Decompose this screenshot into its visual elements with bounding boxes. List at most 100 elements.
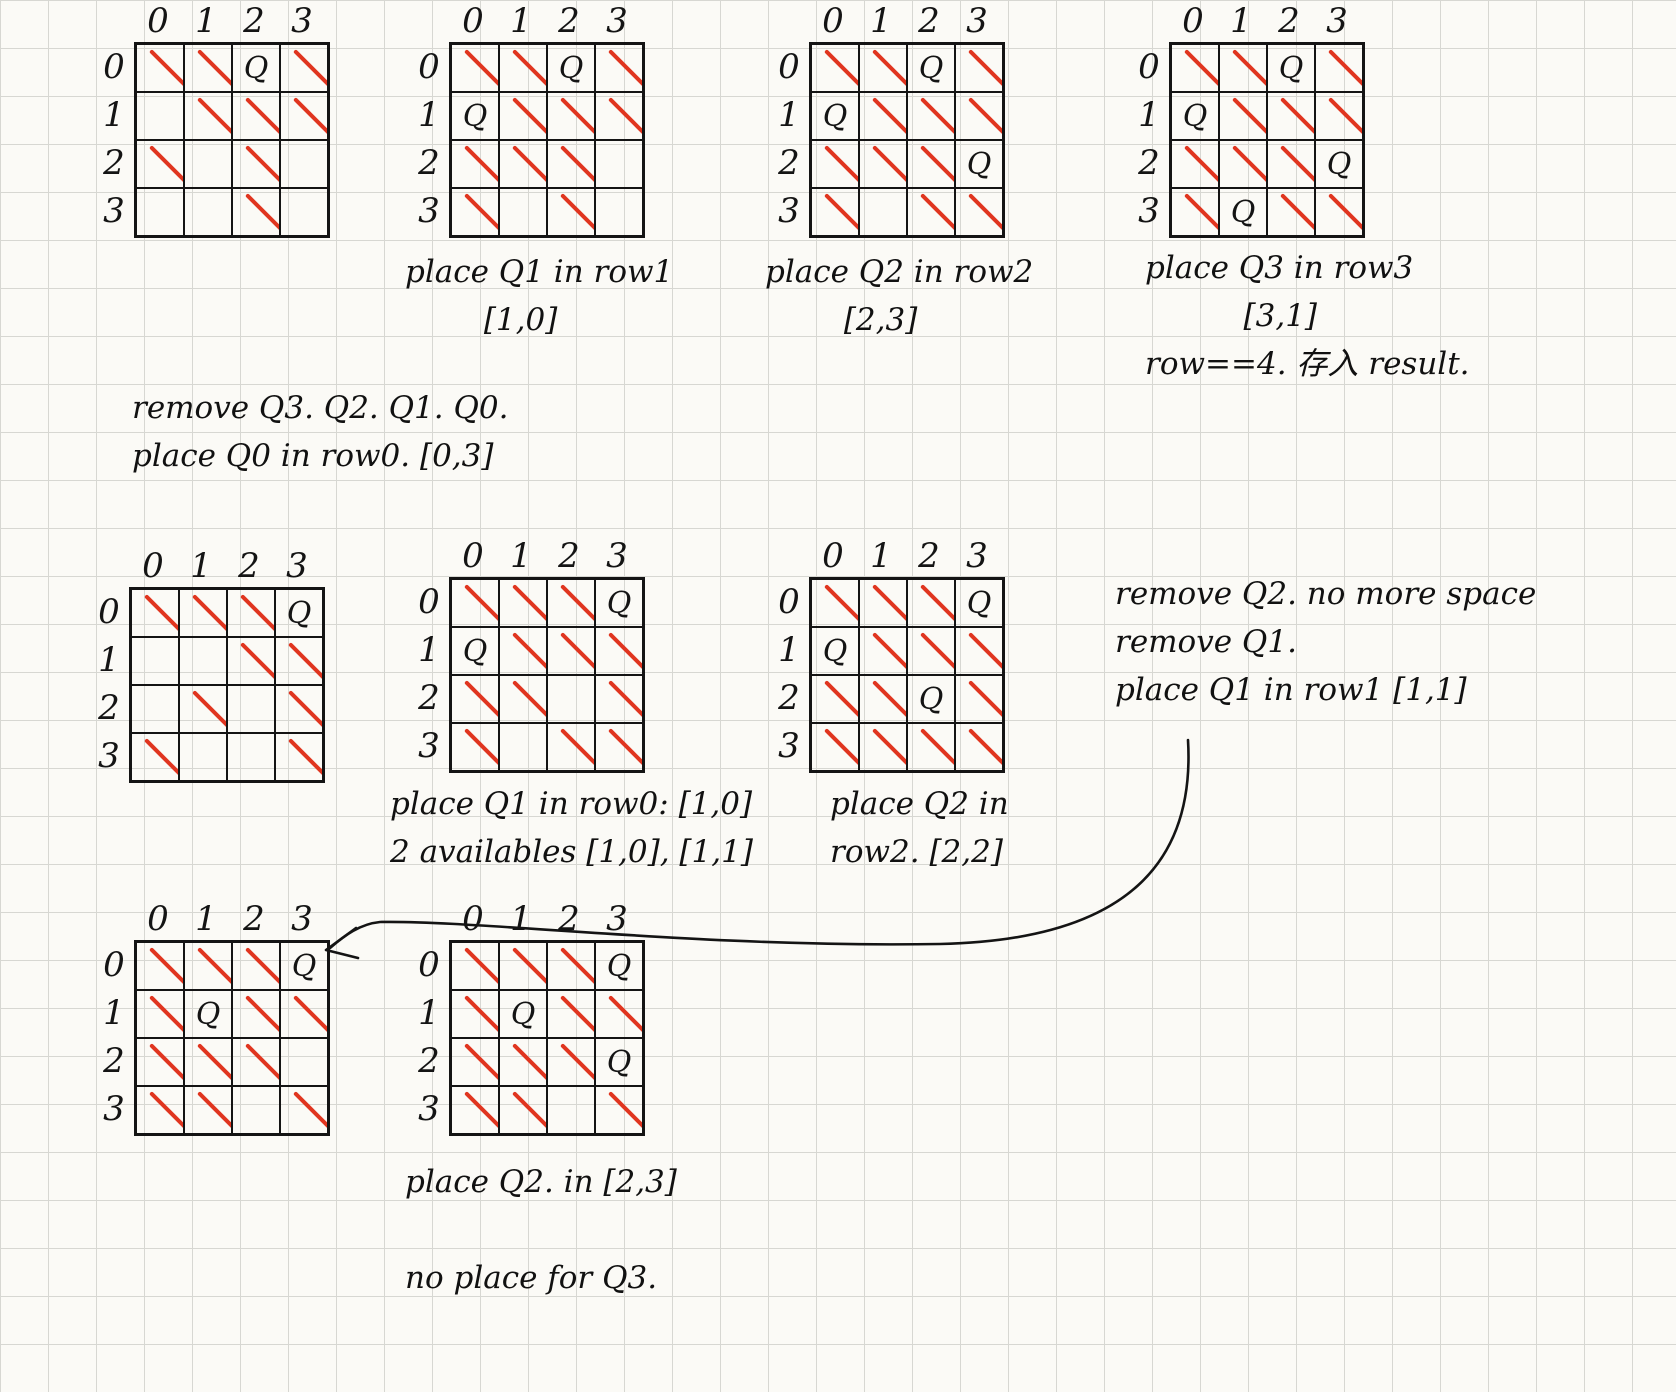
- board-cell: [1219, 44, 1267, 92]
- board-cell: [595, 92, 643, 140]
- column-label: 3: [1326, 1, 1348, 41]
- notebook-page: 01230123Q 01230123QQ 01230123QQQ 0123012…: [0, 0, 1676, 1392]
- board-cell: [1267, 92, 1315, 140]
- board-cell: [232, 1086, 280, 1134]
- column-label: 0: [462, 899, 484, 939]
- board-cell: [136, 990, 184, 1038]
- board-cell: [547, 990, 595, 1038]
- attacked-mark: [464, 947, 498, 987]
- queen-piece: Q: [462, 633, 488, 669]
- board-cell: [499, 44, 547, 92]
- column-label: 3: [291, 899, 313, 939]
- board-cell: [227, 589, 275, 637]
- board-cell: [859, 92, 907, 140]
- column-label: 0: [462, 536, 484, 576]
- attacked-mark: [872, 728, 906, 768]
- row-label: 0: [778, 582, 800, 622]
- chessboard-grid: QQ: [449, 42, 645, 238]
- column-label: 2: [918, 536, 940, 576]
- attacked-mark: [608, 680, 642, 720]
- board-cell: [280, 990, 328, 1038]
- attacked-mark: [824, 145, 858, 185]
- row-label: 3: [1138, 191, 1160, 231]
- attacked-mark: [824, 193, 858, 233]
- column-label: 1: [195, 1, 217, 41]
- board-cell: [1219, 140, 1267, 188]
- attacked-mark: [608, 1091, 642, 1131]
- queen-piece: Q: [918, 681, 944, 717]
- queen-piece: Q: [195, 996, 221, 1032]
- attacked-mark: [608, 632, 642, 672]
- attacked-mark: [1232, 145, 1266, 185]
- attacked-mark: [464, 584, 498, 624]
- attacked-mark: [968, 49, 1002, 89]
- board-cell: [955, 92, 1003, 140]
- row-label: 1: [778, 95, 800, 135]
- attacked-mark: [920, 193, 954, 233]
- attacked-mark: [512, 584, 546, 624]
- attacked-mark: [197, 49, 231, 89]
- board-cell: [595, 1086, 643, 1134]
- board-cell: Q: [595, 1038, 643, 1086]
- row-label: 0: [103, 47, 125, 87]
- attacked-mark: [968, 632, 1002, 672]
- attacked-mark: [968, 193, 1002, 233]
- attacked-mark: [968, 97, 1002, 137]
- attacked-mark: [197, 97, 231, 137]
- attacked-mark: [1280, 193, 1314, 233]
- board-cell: [451, 942, 499, 990]
- queen-piece: Q: [1326, 146, 1352, 182]
- board-cell: [547, 140, 595, 188]
- board-cell: [136, 140, 184, 188]
- board-cell: [811, 675, 859, 723]
- row-label: 2: [778, 678, 800, 718]
- row-label: 1: [418, 630, 440, 670]
- board-cell: [275, 637, 323, 685]
- attacked-mark: [1184, 145, 1218, 185]
- column-label: 0: [142, 546, 164, 586]
- board-cell: [595, 627, 643, 675]
- board-cell: [1315, 188, 1363, 236]
- attacked-mark: [512, 947, 546, 987]
- column-label: 3: [291, 1, 313, 41]
- board-cell: [184, 942, 232, 990]
- row-label: 0: [98, 592, 120, 632]
- board-cell: Q: [595, 942, 643, 990]
- attacked-mark: [245, 1043, 279, 1083]
- attacked-mark: [197, 947, 231, 987]
- board-cell: [547, 1086, 595, 1134]
- queen-piece: Q: [822, 633, 848, 669]
- board-cell: Q: [1315, 140, 1363, 188]
- board-cell: [547, 942, 595, 990]
- board-cell: [179, 589, 227, 637]
- column-label: 2: [918, 1, 940, 41]
- board-cell: [499, 1038, 547, 1086]
- board-cell: [595, 140, 643, 188]
- board-cell: [499, 723, 547, 771]
- column-label: 1: [870, 1, 892, 41]
- attacked-mark: [464, 728, 498, 768]
- board-cell: [595, 723, 643, 771]
- attacked-mark: [608, 728, 642, 768]
- row-label: 0: [418, 945, 440, 985]
- attacked-mark: [872, 680, 906, 720]
- attacked-mark: [293, 1091, 327, 1131]
- column-label: 3: [966, 536, 988, 576]
- board-cell: [547, 723, 595, 771]
- board-cell: [547, 1038, 595, 1086]
- attacked-mark: [512, 632, 546, 672]
- note-no-place-q3: place Q2. in [2,3] no place for Q3.: [405, 1164, 677, 1297]
- row-label: 0: [418, 582, 440, 622]
- attacked-mark: [197, 1043, 231, 1083]
- board-cell: [1171, 44, 1219, 92]
- board-cell: [451, 140, 499, 188]
- column-label: 0: [1182, 1, 1204, 41]
- board-cell: [184, 1086, 232, 1134]
- attacked-mark: [1328, 49, 1362, 89]
- attacked-mark: [824, 49, 858, 89]
- column-label: 2: [243, 899, 265, 939]
- board-cell: [499, 675, 547, 723]
- board-cell: [859, 44, 907, 92]
- column-label: 0: [822, 1, 844, 41]
- attacked-mark: [192, 594, 226, 634]
